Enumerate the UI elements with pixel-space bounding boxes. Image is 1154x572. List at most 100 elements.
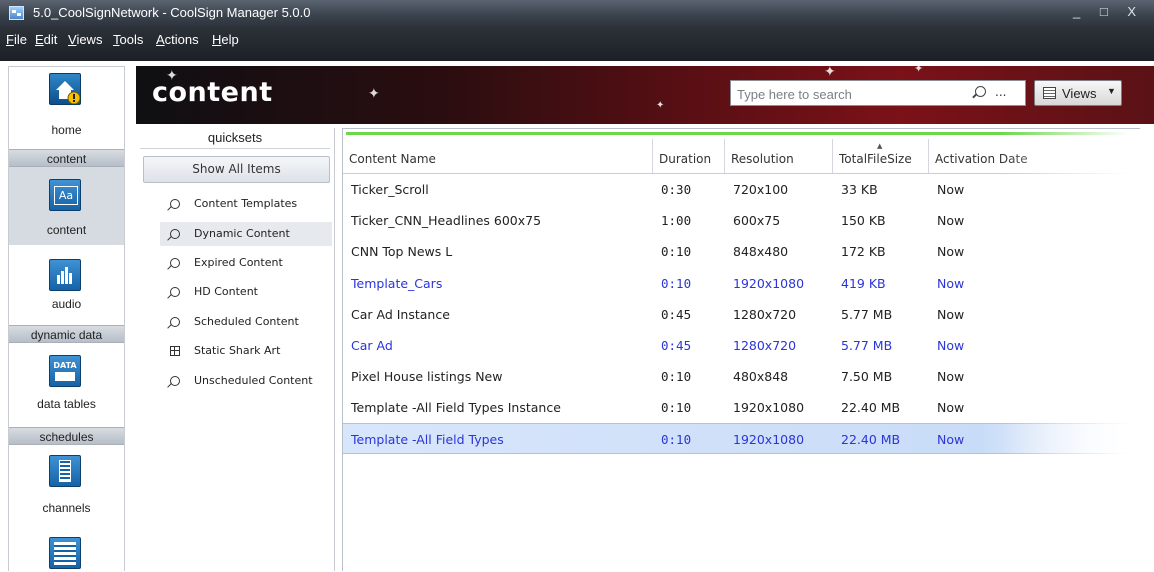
search-options-button[interactable]: ... (995, 85, 1006, 99)
cell-activation-date: Now (937, 307, 965, 322)
cell-file-size: 22.40 MB (841, 432, 901, 447)
cell-file-size: 150 KB (841, 213, 886, 228)
nav-data-tables-label: data tables (37, 397, 96, 411)
cell-activation-date: Now (937, 369, 965, 384)
nav-audio[interactable]: audio (9, 247, 124, 325)
quickset-item[interactable]: Dynamic Content (160, 222, 332, 246)
column-header-activation-date[interactable]: Activation Date (929, 139, 1129, 173)
search-icon (170, 229, 180, 239)
window-title: 5.0_CoolSignNetwork - CoolSign Manager 5… (33, 5, 311, 20)
nav-schedule-list[interactable] (9, 525, 124, 572)
nav-channels-label: channels (42, 501, 91, 515)
quickset-label: Static Shark Art (194, 344, 281, 357)
window-controls[interactable]: _ □ X (1073, 4, 1144, 19)
quickset-item[interactable]: HD Content (160, 280, 332, 304)
cell-content-name: Template -All Field Types Instance (351, 400, 561, 415)
cell-duration: 0:10 (661, 432, 692, 447)
table-row[interactable]: Ticker_CNN_Headlines 600x75 1:00 600x75 … (343, 205, 1140, 236)
data-icon-text: DATA (53, 361, 77, 370)
cell-content-name: Ticker_Scroll (351, 182, 429, 197)
chevron-down-icon: ▼ (1107, 86, 1116, 96)
table-row[interactable]: Car Ad 0:45 1280x720 5.77 MB Now (343, 330, 1140, 361)
column-header-duration[interactable]: Duration (653, 139, 725, 173)
search-icon (170, 317, 180, 327)
cell-content-name: Template -All Field Types (351, 432, 504, 447)
nav-channels[interactable]: channels (9, 445, 124, 523)
cell-file-size: 419 KB (841, 276, 886, 291)
search-icon (170, 287, 180, 297)
nav-section-content: content (9, 149, 124, 167)
cell-file-size: 5.77 MB (841, 307, 893, 322)
cell-resolution: 480x848 (733, 369, 789, 384)
sparkle-decoration: ✦ (824, 66, 836, 80)
nav-content[interactable]: Aa content (9, 167, 124, 245)
content-table: Content Name Duration Resolution ▲ Total… (342, 128, 1140, 571)
cell-resolution: 1920x1080 (733, 400, 805, 415)
menu-tools[interactable]: Tools (113, 32, 143, 47)
quickset-label: Content Templates (194, 197, 298, 210)
cell-resolution: 1280x720 (733, 307, 797, 322)
cell-content-name: Ticker_CNN_Headlines 600x75 (351, 213, 542, 228)
cell-activation-date: Now (937, 338, 965, 353)
quickset-item[interactable]: Content Templates (160, 192, 332, 216)
nav-audio-label: audio (51, 297, 82, 311)
quickset-item[interactable]: Scheduled Content (160, 310, 332, 334)
table-row[interactable]: Template_Cars 0:10 1920x1080 419 KB Now (343, 268, 1140, 299)
column-header-total-file-size[interactable]: ▲ TotalFileSize (833, 139, 929, 173)
cell-file-size: 172 KB (841, 244, 886, 259)
menu-file[interactable]: File (6, 32, 27, 47)
cell-duration: 0:10 (661, 244, 692, 259)
cell-duration: 1:00 (661, 213, 692, 228)
schedule-list-icon (49, 537, 81, 569)
show-all-items-button[interactable]: Show All Items (143, 156, 330, 183)
menu-edit[interactable]: Edit (35, 32, 57, 47)
table-row[interactable]: Pixel House listings New 0:10 480x848 7.… (343, 361, 1140, 392)
column-header-resolution[interactable]: Resolution (725, 139, 833, 173)
table-header: Content Name Duration Resolution ▲ Total… (343, 139, 1140, 174)
table-row[interactable]: Ticker_Scroll 0:30 720x100 33 KB Now (343, 174, 1140, 205)
quickset-item[interactable]: Unscheduled Content (160, 369, 332, 393)
cell-activation-date: Now (937, 182, 965, 197)
quickset-label: Scheduled Content (194, 315, 299, 328)
column-header-label: TotalFileSize (839, 152, 912, 166)
cell-duration: 0:45 (661, 307, 692, 322)
menu-views[interactable]: Views (68, 32, 102, 47)
views-list-icon (1043, 87, 1056, 99)
cell-duration: 0:10 (661, 369, 692, 384)
sort-ascending-icon: ▲ (877, 142, 883, 150)
quicksets-panel: quicksets Show All Items Content Templat… (136, 128, 335, 571)
cell-resolution: 720x100 (733, 182, 789, 197)
nav-data-tables[interactable]: DATA data tables (9, 343, 124, 421)
quickset-item[interactable]: Static Shark Art (160, 339, 332, 363)
table-row-selected[interactable]: Template -All Field Types 0:10 1920x1080… (343, 423, 1140, 454)
cell-content-name: Car Ad Instance (351, 307, 450, 322)
audio-equalizer-icon (49, 259, 81, 291)
column-header-content-name[interactable]: Content Name (343, 139, 653, 173)
nav-content-label: content (46, 223, 87, 237)
cell-duration: 0:30 (661, 182, 692, 197)
table-row[interactable]: Car Ad Instance 0:45 1280x720 5.77 MB No… (343, 299, 1140, 330)
menu-actions[interactable]: Actions (156, 32, 199, 47)
search-icon[interactable] (975, 86, 986, 97)
nav-home[interactable]: home (9, 67, 124, 147)
grid-icon (170, 346, 180, 356)
menu-bar: File Edit Views Tools Actions Help (0, 26, 1154, 61)
table-row[interactable]: CNN Top News L 0:10 848x480 172 KB Now (343, 236, 1140, 267)
sparkle-decoration: ✦ (368, 86, 380, 102)
views-button[interactable]: Views ▼ (1034, 80, 1122, 106)
data-table-icon: DATA (49, 355, 81, 387)
table-row[interactable]: Template -All Field Types Instance 0:10 … (343, 392, 1140, 423)
menu-help[interactable]: Help (212, 32, 239, 47)
search-input[interactable] (735, 84, 969, 104)
search-box: ... (730, 80, 1026, 106)
content-icon-text: Aa (54, 186, 78, 205)
quickset-item[interactable]: Expired Content (160, 251, 332, 275)
search-icon (170, 199, 180, 209)
quicksets-title: quicksets (140, 128, 330, 149)
home-icon (49, 73, 81, 105)
search-icon (170, 376, 180, 386)
cell-resolution: 1920x1080 (733, 276, 805, 291)
sparkle-decoration: ✦ (914, 66, 924, 75)
cell-content-name: CNN Top News L (351, 244, 453, 259)
nav-section-schedules: schedules (9, 427, 124, 445)
